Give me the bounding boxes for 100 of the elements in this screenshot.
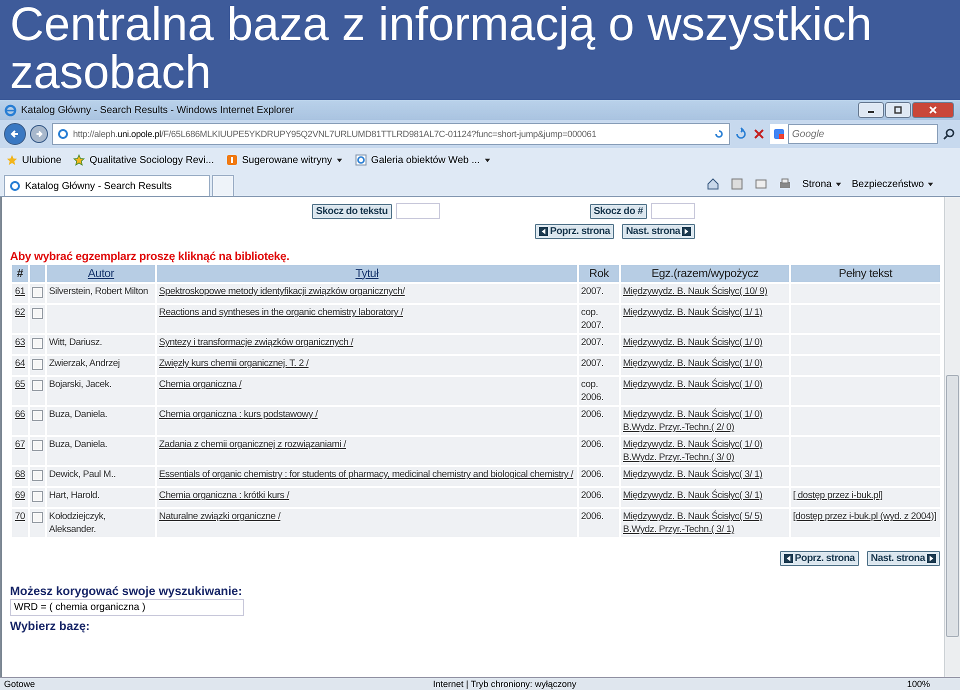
refresh-icon[interactable] (734, 127, 748, 141)
holdings-link[interactable]: Międzywydz. B. Nauk Ścisłyc( 1/ 0) (623, 408, 787, 421)
next-page-button[interactable]: Nast. strona (866, 551, 940, 566)
search-engine-icon[interactable] (773, 128, 785, 140)
select-checkbox[interactable] (32, 308, 43, 319)
left-arrow-icon (539, 227, 548, 236)
printer-icon[interactable] (778, 177, 792, 191)
previous-page-button[interactable]: Poprz. strona (535, 224, 614, 239)
search-icon[interactable] (942, 127, 956, 141)
author-text: Witt, Dariusz. (49, 336, 103, 349)
site-icon (226, 154, 238, 166)
holdings-link[interactable]: B.Wydz. Przyr.-Techn.( 3/ 0) (623, 451, 787, 464)
select-checkbox[interactable] (32, 410, 43, 421)
holdings-link[interactable]: B.Wydz. Przyr.-Techn.( 3/ 1) (623, 523, 787, 536)
page-icon (355, 154, 368, 166)
author-text: Buza, Daniela. (49, 438, 108, 451)
select-checkbox[interactable] (32, 287, 43, 298)
left-arrow-icon (9, 128, 21, 140)
author-text: Bojarski, Jacek. (49, 378, 113, 391)
maximize-button[interactable] (885, 102, 911, 118)
year-text: 2007. (581, 357, 605, 370)
caret-icon (834, 180, 842, 188)
section-heading: Możesz korygować swoje wyszukiwanie: (10, 584, 244, 598)
column-header: # (12, 265, 28, 282)
security-zone-text: Internet | Tryb chroniony: wyłączony (433, 679, 576, 689)
star-icon (6, 154, 18, 166)
favorites-item[interactable]: Galeria obiektów Web ... (355, 154, 491, 166)
window-title: Katalog Główny - Search Results - Windows Internet Explorer (21, 104, 294, 116)
section-heading: Wybierz bazę: (10, 619, 91, 633)
author-text: Zwierzak, Andrzej (49, 357, 121, 370)
new-tab-button[interactable] (212, 175, 234, 196)
author-text: Buza, Daniela. (49, 408, 108, 421)
favorites-item[interactable]: Ulubione (6, 154, 62, 166)
command-menu[interactable]: Strona (802, 178, 842, 190)
right-arrow-icon (682, 227, 692, 236)
favorites-item[interactable]: Sugerowane witryny (226, 154, 344, 166)
holdings-link[interactable]: B.Wydz. Przyr.-Techn.( 2/ 0) (623, 421, 787, 434)
author-text: Silverstein, Robert Milton (49, 285, 150, 298)
favorites-item[interactable]: Qualitative Sociology Revi... (73, 154, 214, 166)
year-text: 2007. (581, 285, 605, 298)
year-text: 2006. (581, 408, 605, 421)
year-text: 2006. (581, 468, 605, 481)
search-field[interactable]: Google (788, 124, 938, 144)
zoom-level-text[interactable]: 100% (906, 679, 960, 689)
caret-icon (927, 180, 934, 188)
holdings-link[interactable]: Międzywydz. B. Nauk Ścisłyc( 5/ 5) (623, 510, 787, 523)
back-button[interactable] (4, 123, 26, 145)
star-icon (73, 154, 86, 166)
select-checkbox[interactable] (32, 512, 43, 523)
page-icon (9, 180, 21, 192)
author-text: Hart, Harold. (49, 489, 101, 502)
year-text: 2006. (581, 489, 605, 502)
right-arrow-icon (927, 554, 936, 563)
status-text: Gotowe (4, 679, 36, 689)
left-arrow-icon (784, 554, 793, 563)
caret-icon (336, 156, 344, 164)
slide-title: Centralna baza z informacją o wszystkich zasobach (9, 0, 874, 96)
home-icon[interactable] (706, 177, 720, 191)
select-checkbox[interactable] (32, 491, 43, 502)
column-header: Egz.(razem/wypożycz (621, 265, 789, 282)
forward-button[interactable] (30, 125, 48, 143)
close-icon (928, 105, 938, 115)
column-header: Pełny tekst (791, 265, 940, 282)
author-text: Kołodziejczyk, Aleksander. (49, 510, 107, 536)
author-text: Dewick, Paul M.. (49, 468, 117, 481)
page-icon (57, 128, 69, 140)
address-field[interactable]: http://aleph.uni.opole.pl/F/65L686MLKIUUPE5YKDRUPY95Q2VNL7URLUMD81TTLRD981AL7C-01124?func=short-jump&jump=000061 (52, 123, 730, 145)
column-header[interactable]: Autor (47, 265, 155, 282)
select-checkbox[interactable] (32, 338, 43, 349)
year-text: cop. 2007. (581, 306, 605, 332)
browser-tab[interactable]: Katalog Główny - Search Results (4, 175, 210, 196)
select-checkbox[interactable] (32, 470, 43, 481)
select-checkbox[interactable] (32, 440, 43, 451)
notice-text: Aby wybrać egzemplarz proszę kliknąć na bibliotekę. (10, 251, 290, 263)
column-header: Rok (579, 265, 619, 282)
year-text: 2006. (581, 510, 605, 523)
query-field[interactable]: WRD = ( chemia organiczna ) (10, 599, 244, 616)
select-checkbox[interactable] (32, 380, 43, 391)
right-arrow-icon (34, 129, 44, 139)
compatibility-icon[interactable] (713, 128, 725, 140)
close-button[interactable] (912, 102, 954, 118)
jump-to-number-button[interactable]: Skocz do # (590, 204, 647, 218)
next-page-button[interactable]: Nast. strona (622, 224, 696, 239)
year-text: 2006. (581, 438, 605, 451)
year-text: cop. 2006. (581, 378, 605, 404)
jump-to-text-button[interactable]: Skocz do tekstu (312, 204, 392, 218)
browser-logo-icon (4, 104, 17, 116)
caret-icon (484, 156, 491, 164)
jump-text-field[interactable] (396, 203, 440, 219)
select-checkbox[interactable] (32, 359, 43, 370)
minimize-button[interactable] (858, 102, 884, 118)
holdings-link[interactable]: Międzywydz. B. Nauk Ścisłyc( 1/ 0) (623, 438, 787, 451)
scrollbar[interactable] (944, 197, 960, 677)
maximize-icon (893, 105, 903, 115)
jump-number-field[interactable] (650, 203, 695, 219)
column-header[interactable]: Tytuł (157, 265, 577, 282)
command-menu[interactable]: Bezpieczeństwo (852, 178, 934, 190)
previous-page-button[interactable]: Poprz. strona (780, 551, 859, 566)
stop-icon[interactable] (752, 127, 766, 141)
year-text: 2007. (581, 336, 605, 349)
